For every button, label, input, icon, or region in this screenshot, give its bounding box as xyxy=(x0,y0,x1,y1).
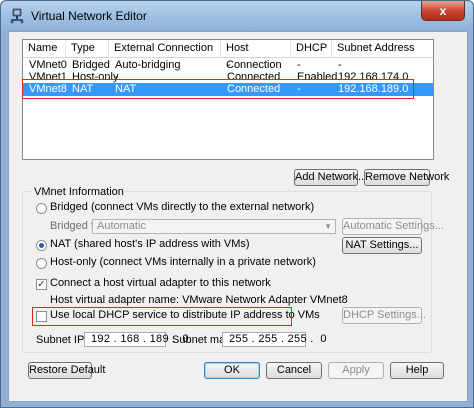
close-button[interactable]: x xyxy=(421,1,465,21)
vmware-network-icon xyxy=(10,8,24,24)
cell-external: NAT xyxy=(115,83,137,95)
help-button[interactable]: Help xyxy=(390,362,444,379)
restore-default-button[interactable]: Restore Default xyxy=(28,362,105,379)
cell-type: NAT xyxy=(72,83,94,95)
nat-settings-button[interactable]: NAT Settings... xyxy=(342,237,422,254)
host-only-label: Host-only (connect VMs internally in a p… xyxy=(50,256,316,268)
vmnet-information-group xyxy=(22,191,432,353)
column-header-dhcp[interactable]: DHCP xyxy=(291,40,332,57)
connect-adapter-label: Connect a host virtual adapter to this n… xyxy=(50,277,271,289)
checkmark-icon: ✓ xyxy=(37,279,46,290)
dhcp-label: Use local DHCP service to distribute IP … xyxy=(50,309,320,321)
connect-adapter-checkbox[interactable]: ✓ xyxy=(36,279,47,290)
table-row-selected[interactable]: VMnet8 NAT NAT Connected - 192.168.189.0 xyxy=(23,83,433,96)
dhcp-settings-button[interactable]: DHCP Settings... xyxy=(342,307,426,324)
column-header-host-connection[interactable]: Host Connection xyxy=(221,40,291,71)
host-only-radio[interactable] xyxy=(36,258,47,269)
automatic-settings-button[interactable]: Automatic Settings... xyxy=(342,218,444,235)
adapter-name-label: Host virtual adapter name: VMware Networ… xyxy=(50,294,348,306)
add-network-button[interactable]: Add Network... xyxy=(294,169,367,186)
bridged-to-value: Automatic xyxy=(97,220,146,232)
apply-button[interactable]: Apply xyxy=(328,362,384,379)
title-bar[interactable]: Virtual Network Editor x xyxy=(1,1,473,31)
chevron-down-icon: ▼ xyxy=(324,222,332,231)
cancel-button[interactable]: Cancel xyxy=(266,362,322,379)
subnet-ip-input[interactable]: 192 . 168 . 189 . 0 xyxy=(84,332,188,347)
close-icon: x xyxy=(439,3,447,18)
dhcp-checkbox[interactable] xyxy=(36,311,47,322)
cell-dhcp: - xyxy=(297,83,301,95)
column-header-name[interactable]: Name xyxy=(23,40,66,57)
window-title: Virtual Network Editor xyxy=(31,9,147,23)
nat-label: NAT (shared host's IP address with VMs) xyxy=(50,238,250,250)
vmnet-information-title: VMnet Information xyxy=(32,186,126,198)
cell-host: Connected xyxy=(227,83,281,95)
column-header-subnet-address[interactable]: Subnet Address xyxy=(332,40,433,57)
bridged-label: Bridged (connect VMs directly to the ext… xyxy=(50,201,315,213)
cell-name: VMnet8 xyxy=(29,83,67,95)
bridged-radio[interactable] xyxy=(36,203,47,214)
list-header: Name Type External Connection Host Conne… xyxy=(23,40,433,71)
remove-network-button[interactable]: Remove Network xyxy=(364,169,449,186)
subnet-ip-label: Subnet IP: xyxy=(36,334,88,346)
subnet-mask-input[interactable]: 255 . 255 . 255 . 0 xyxy=(222,332,326,347)
nat-radio[interactable] xyxy=(36,240,47,251)
ok-button[interactable]: OK xyxy=(204,362,260,379)
cell-subnet: 192.168.189.0 xyxy=(338,83,409,95)
bridged-to-select[interactable]: Automatic ▼ xyxy=(92,219,336,234)
column-header-external-connection[interactable]: External Connection xyxy=(109,40,221,57)
network-list[interactable]: Name Type External Connection Host Conne… xyxy=(22,39,434,160)
column-header-type[interactable]: Type xyxy=(66,40,109,57)
